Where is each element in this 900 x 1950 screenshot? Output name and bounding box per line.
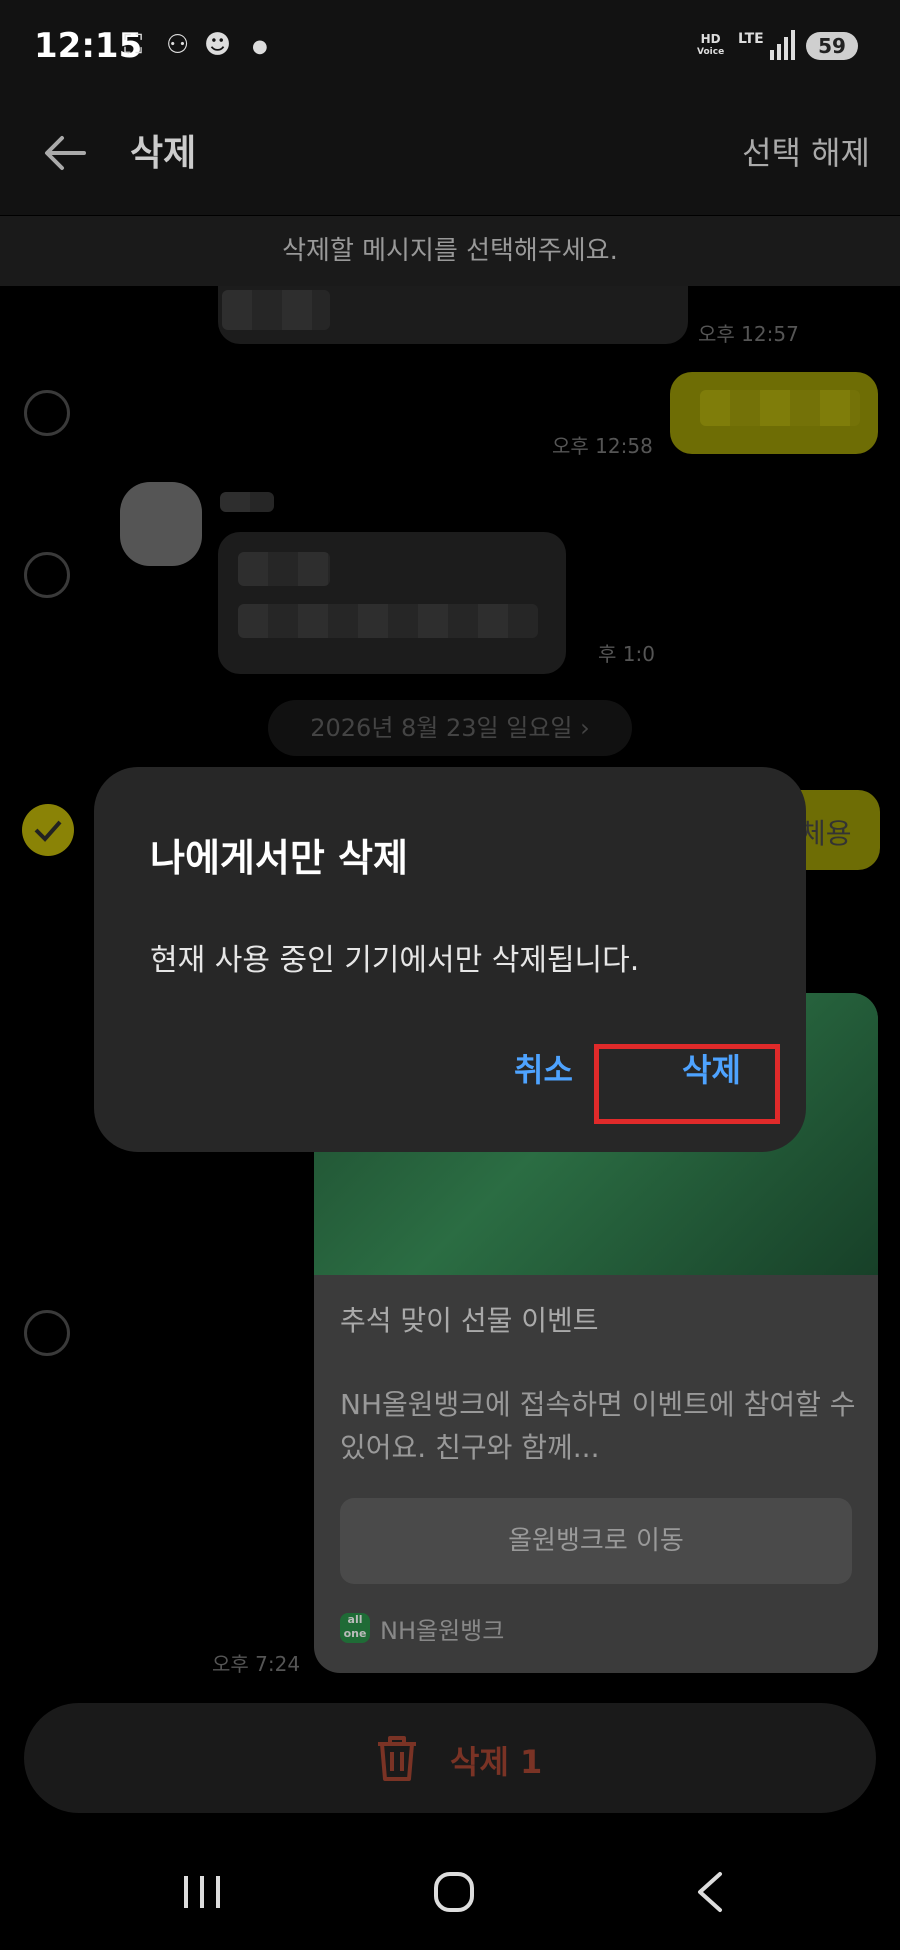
message-select-radio[interactable]	[24, 390, 70, 436]
delete-count-label[interactable]: 삭제 1	[450, 1737, 542, 1783]
more-notifications-dot-icon: ●	[252, 36, 268, 57]
message-select-radio[interactable]	[24, 1310, 70, 1356]
nav-back-icon[interactable]	[690, 1870, 730, 1914]
back-arrow-icon[interactable]	[40, 128, 90, 178]
message-timestamp: 오후 7:24	[212, 1652, 301, 1676]
blurred-message-content	[238, 552, 330, 586]
message-timestamp: 오후 12:58	[552, 434, 653, 458]
card-title: 추석 맞이 선물 이벤트	[340, 1304, 599, 1337]
recent-apps-icon[interactable]	[180, 1872, 224, 1912]
battery-indicator: 59	[806, 32, 858, 60]
page-title: 삭제	[130, 133, 197, 174]
nh-allone-logo-icon: all one	[340, 1613, 370, 1643]
logo-text-top: all	[347, 1613, 363, 1626]
avatar[interactable]	[120, 482, 202, 566]
card-description: NH올원뱅크에 접속하면 이벤트에 참여할 수 있어요. 친구와 함께...	[340, 1388, 856, 1464]
card-action-button[interactable]: 올원뱅크로 이동	[340, 1498, 852, 1584]
incognito-icon: ⚇	[166, 30, 190, 60]
hd-label: HD	[700, 32, 721, 46]
home-icon[interactable]	[432, 1870, 476, 1914]
checkmark-icon	[34, 820, 62, 842]
deselect-button[interactable]: 선택 해제	[742, 128, 870, 174]
dialog-title: 나에게서만 삭제	[150, 836, 408, 880]
trash-icon	[378, 1736, 416, 1781]
card-brand-name: NH올원뱅크	[380, 1617, 505, 1645]
blurred-sender-name	[220, 492, 274, 512]
logo-text-bottom: one	[343, 1627, 367, 1640]
screenshot-icon: ⛶	[124, 30, 143, 60]
blurred-message-content	[700, 390, 860, 426]
voice-label: Voice	[697, 47, 725, 57]
hd-voice-icon: HD Voice	[697, 33, 724, 59]
dialog-cancel-button[interactable]: 취소	[514, 1045, 573, 1091]
blurred-message-content	[238, 604, 538, 638]
blurred-message-content	[222, 290, 330, 330]
chevron-right-icon: ›	[580, 714, 590, 742]
message-partial-text: 체용	[800, 817, 852, 850]
lte-indicator: LTE	[738, 31, 764, 47]
instruction-banner: 삭제할 메시지를 선택해주세요.	[0, 216, 900, 286]
message-select-radio[interactable]	[24, 552, 70, 598]
highlight-box	[594, 1044, 780, 1124]
date-separator-label: 2026년 8월 23일 일요일	[310, 714, 573, 742]
message-timestamp: 후 1:0	[598, 642, 655, 666]
app-notification-icon: ☻	[204, 30, 232, 60]
dialog-message: 현재 사용 중인 기기에서만 삭제됩니다.	[150, 943, 640, 978]
message-timestamp: 오후 12:57	[698, 322, 799, 346]
date-separator[interactable]: 2026년 8월 23일 일요일 ›	[268, 700, 632, 756]
signal-icon	[770, 30, 795, 60]
